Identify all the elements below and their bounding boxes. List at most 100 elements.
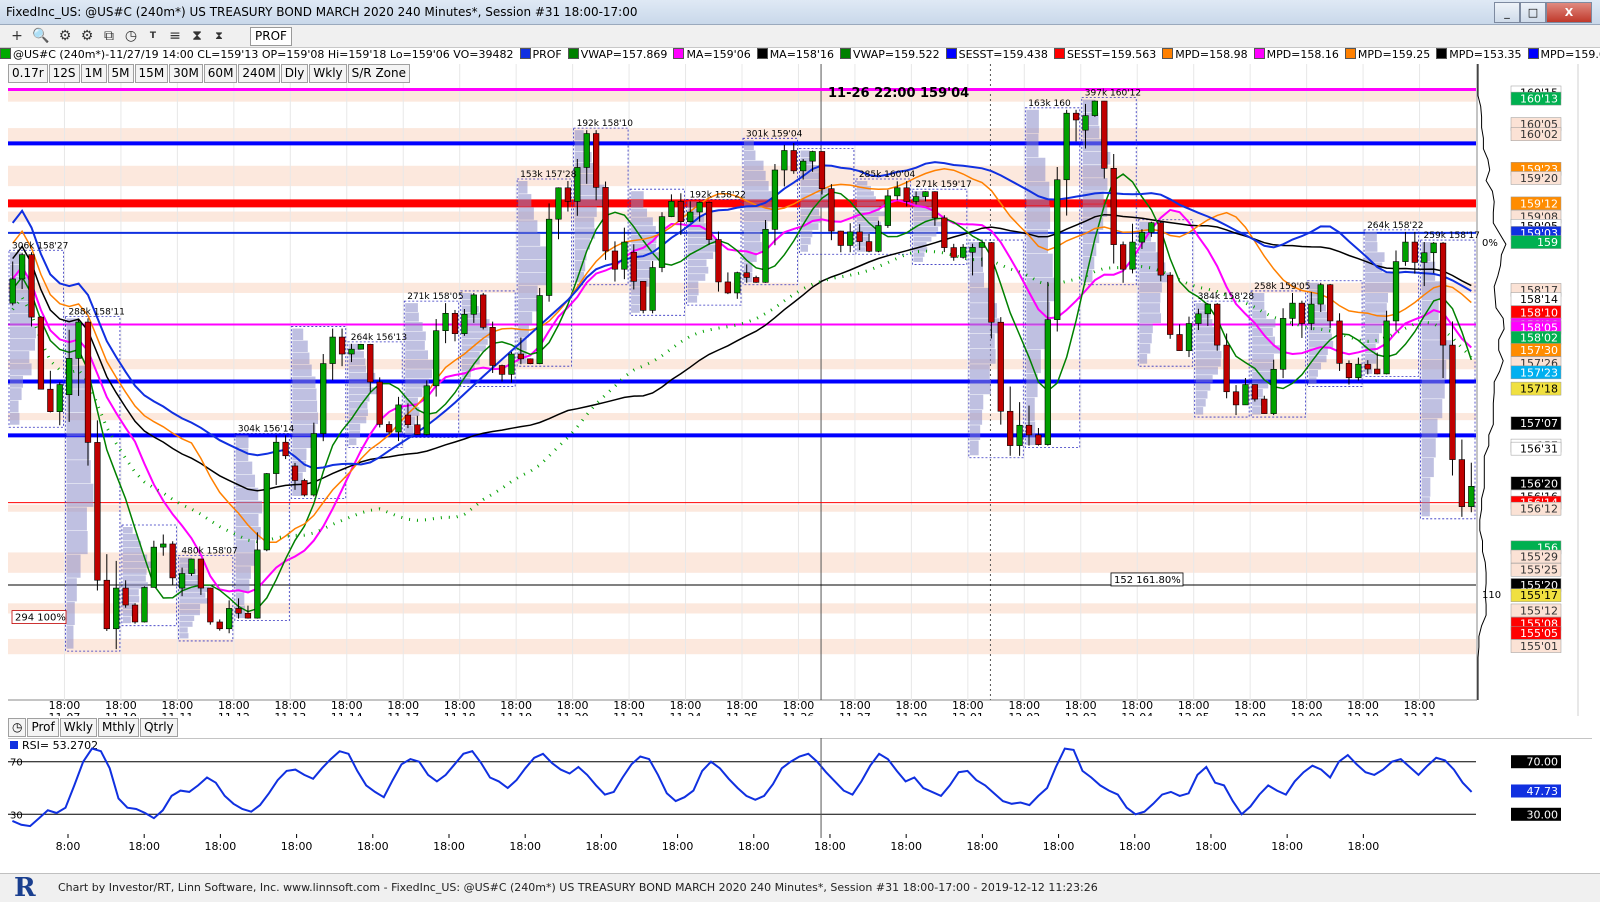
legend-swatch [519,48,531,59]
timeframe-button[interactable]: 15M [134,64,169,83]
volume-profile-bar [1139,282,1162,293]
crosshair-icon[interactable]: + [8,27,26,45]
candle-body [329,336,336,364]
prof-button[interactable]: PROF [250,27,292,46]
volume-profile-bar [10,388,22,401]
volume-profile-bar [1195,383,1211,391]
price-chart[interactable]: 306k 158'27 288k 158'11 480k 158'07 304k 15… [8,64,1592,716]
volume-profile-bar [292,364,312,377]
timeframe-button[interactable]: 5M [107,64,134,83]
legend-item[interactable]: MPD=159.25 [1344,48,1430,61]
volume-profile-bar [518,272,547,286]
profile-tab[interactable]: Mthly [98,718,140,737]
rsi-x-label: 18:00 [890,840,922,853]
candle-body [113,587,120,630]
volume-profile-bar [66,460,91,484]
candle-body [1421,252,1428,263]
legend-item[interactable]: SESST=159.438 [945,48,1048,61]
price-label: 155'29 [1520,551,1558,564]
clock-icon[interactable]: ◷ [122,27,140,45]
candle-body [1289,302,1296,319]
candle-body [1119,244,1127,270]
legend-item[interactable]: MPD=158.16 [1253,48,1339,61]
volume-profile-bar [348,423,361,431]
profile-tab[interactable]: Prof [27,718,59,737]
volume-profile-bar [1026,133,1039,158]
candle-body [1138,232,1146,243]
candle-body [771,169,779,230]
rsi-x-label: 18:00 [205,840,237,853]
candle-body [724,281,732,294]
timeframe-button[interactable]: 0.17r [8,64,48,83]
candle-body [687,211,694,223]
window-titlebar[interactable]: FixedInc_US: @US#C (240m*) US TREASURY B… [0,0,1600,25]
x-tick-date: 11-13 [274,711,306,716]
timeframe-button[interactable]: 240M [238,64,280,83]
candle-body [84,321,92,443]
volume-profile-bar [1026,205,1051,230]
candle-body [1185,323,1193,351]
legend-label: MPD=153.35 [1449,48,1522,61]
legend-item[interactable]: VWAP=159.522 [839,48,940,61]
rsi-current-label: 47.73 [1527,785,1559,798]
profile-tab[interactable]: Wkly [59,718,97,737]
legend-item[interactable]: SESST=159.563 [1053,48,1157,61]
volume-profile-bar [1365,272,1393,283]
candle-body [1251,384,1258,400]
legend-label: VWAP=159.522 [852,48,940,61]
candle-body [395,404,402,433]
separator-icon[interactable]: ≡ [166,27,184,45]
minimize-button[interactable]: _ [1494,2,1520,23]
volume-profile-bar [1365,231,1377,242]
settings-icon[interactable]: ◷ [8,718,27,737]
candle-body [884,195,891,226]
volume-profile-bar [348,409,368,417]
volume-profile-bar [969,287,990,303]
zoom-icon[interactable]: 🔍 [32,27,50,45]
timeframe-button[interactable]: 1M [80,64,107,83]
volume-profile-bar [1308,333,1332,341]
timeframe-button[interactable]: Wkly [309,64,347,83]
volume-profile-bar [405,359,434,369]
legend-label: SESST=159.563 [1066,48,1157,61]
volume-profile-bar [744,140,754,150]
legend-item[interactable]: MPD=158.98 [1162,48,1248,61]
candle-body [169,543,176,579]
legend-item[interactable]: MA=159'06 [673,48,751,61]
legend-item[interactable]: MPD=153.35 [1436,48,1522,61]
settings-icon[interactable]: ⚙ [78,27,96,45]
timeframe-button[interactable]: Dly [280,64,309,83]
volume-profile-bar [10,375,23,388]
copy-icon[interactable]: ⧉ [100,27,118,45]
volume-profile-bar [574,206,597,217]
candle-body [1232,391,1240,406]
timeframe-button[interactable]: 60M [203,64,238,83]
timeframe-button[interactable]: 12S [48,64,80,83]
profile-tag: 163k 160 [1028,99,1071,109]
hourglass-icon[interactable]: ⧗ [210,27,228,45]
volume-profile-bar [1421,379,1445,399]
timeframe-button[interactable]: S/R Zone [347,64,410,83]
legend-item[interactable]: VWAP=157.869 [567,48,667,61]
profile-tab[interactable]: Qtrly [140,718,178,737]
candle-body [122,587,129,606]
volume-profile-bar [1195,375,1213,383]
timeframe-button[interactable]: 30M [169,64,203,83]
candle-body [931,191,939,219]
volume-profile-bar [66,531,88,555]
candle-body [564,187,572,202]
legend-item[interactable]: MA=158'16 [756,48,834,61]
volume-profile-bar [1421,261,1436,281]
legend-item[interactable]: PROF [519,48,562,61]
legend-item[interactable]: MPD=159.63 [1527,48,1600,61]
legend-item[interactable]: @US#C (240m*)-11/27/19 14:00 CL=159'13 O… [0,48,514,61]
legend-label: MA=159'06 [686,48,751,61]
x-tick-date: 12-05 [1178,711,1210,716]
maximize-button[interactable]: □ [1520,2,1546,23]
hourglass-icon[interactable]: ⧗ [188,27,206,45]
rsi-panel[interactable]: RSI= 53.2702 70.00 70 30.00 30 47.73 8:00 18:00… [8,738,1592,872]
gear-icon[interactable]: ⚙ [56,27,74,45]
title-icon[interactable]: T [144,27,162,45]
rsi-x-label: 18:00 [662,840,694,853]
close-button[interactable]: X [1546,2,1592,23]
